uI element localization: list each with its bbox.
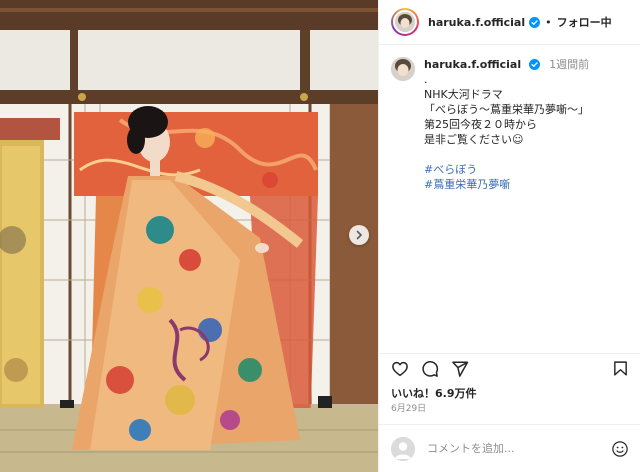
current-user-avatar	[391, 436, 415, 461]
heart-icon	[392, 361, 408, 376]
caption-line: .	[424, 73, 428, 86]
post-header: haruka.f.official • フォロー中	[379, 0, 640, 45]
header-separator: •	[545, 15, 552, 29]
caption-line: 第25回今夜２０時から	[424, 118, 537, 131]
hashtag-link[interactable]: #蔦重栄華乃夢噺	[424, 177, 589, 192]
emoji-button[interactable]	[611, 440, 629, 458]
comment-bar	[379, 424, 640, 472]
caption-line: 是非ご覧ください☺︎	[424, 133, 524, 146]
chevron-right-icon	[356, 230, 363, 240]
post-time: 1週間前	[549, 58, 590, 71]
like-button[interactable]	[391, 360, 409, 378]
caption: haruka.f.official 1週間前 . NHK大河ドラマ 「べらぼう〜…	[379, 45, 640, 192]
caption-line: 「べらぼう〜蔦重栄華乃夢噺〜」	[424, 103, 589, 116]
hashtag-link[interactable]: #べらぼう	[424, 162, 589, 177]
caption-body: haruka.f.official 1週間前 . NHK大河ドラマ 「べらぼう〜…	[424, 57, 589, 192]
header-username[interactable]: haruka.f.official	[428, 16, 525, 29]
caption-avatar[interactable]	[391, 57, 415, 81]
avatar-image	[395, 12, 415, 32]
avatar[interactable]	[393, 10, 417, 34]
next-image-button[interactable]	[349, 225, 369, 245]
following-button[interactable]: フォロー中	[557, 14, 612, 30]
story-ring[interactable]	[391, 8, 419, 36]
bookmark-icon	[614, 361, 627, 376]
save-button[interactable]	[612, 360, 629, 377]
comment-button[interactable]	[421, 360, 439, 378]
caption-line: NHK大河ドラマ	[424, 88, 503, 101]
share-button[interactable]	[451, 360, 469, 378]
action-bar	[379, 353, 640, 383]
instagram-post: haruka.f.official • フォロー中 haruka.f.offic…	[0, 0, 640, 472]
post-photo[interactable]	[0, 0, 378, 472]
paper-plane-icon	[452, 361, 469, 377]
comment-icon	[422, 360, 439, 377]
caption-username[interactable]: haruka.f.official	[424, 58, 521, 71]
post-side-panel: haruka.f.official • フォロー中 haruka.f.offic…	[378, 0, 640, 472]
photo-kimono-woman	[0, 0, 378, 472]
avatar-image	[391, 57, 415, 81]
like-count[interactable]: いいね！6.9万件	[391, 385, 477, 401]
emoji-icon	[612, 440, 628, 457]
comment-input[interactable]	[427, 442, 597, 455]
verified-badge-icon	[529, 16, 541, 28]
verified-badge-icon	[528, 59, 540, 70]
default-avatar-icon	[391, 436, 415, 461]
post-date: 6月29日	[391, 404, 427, 414]
